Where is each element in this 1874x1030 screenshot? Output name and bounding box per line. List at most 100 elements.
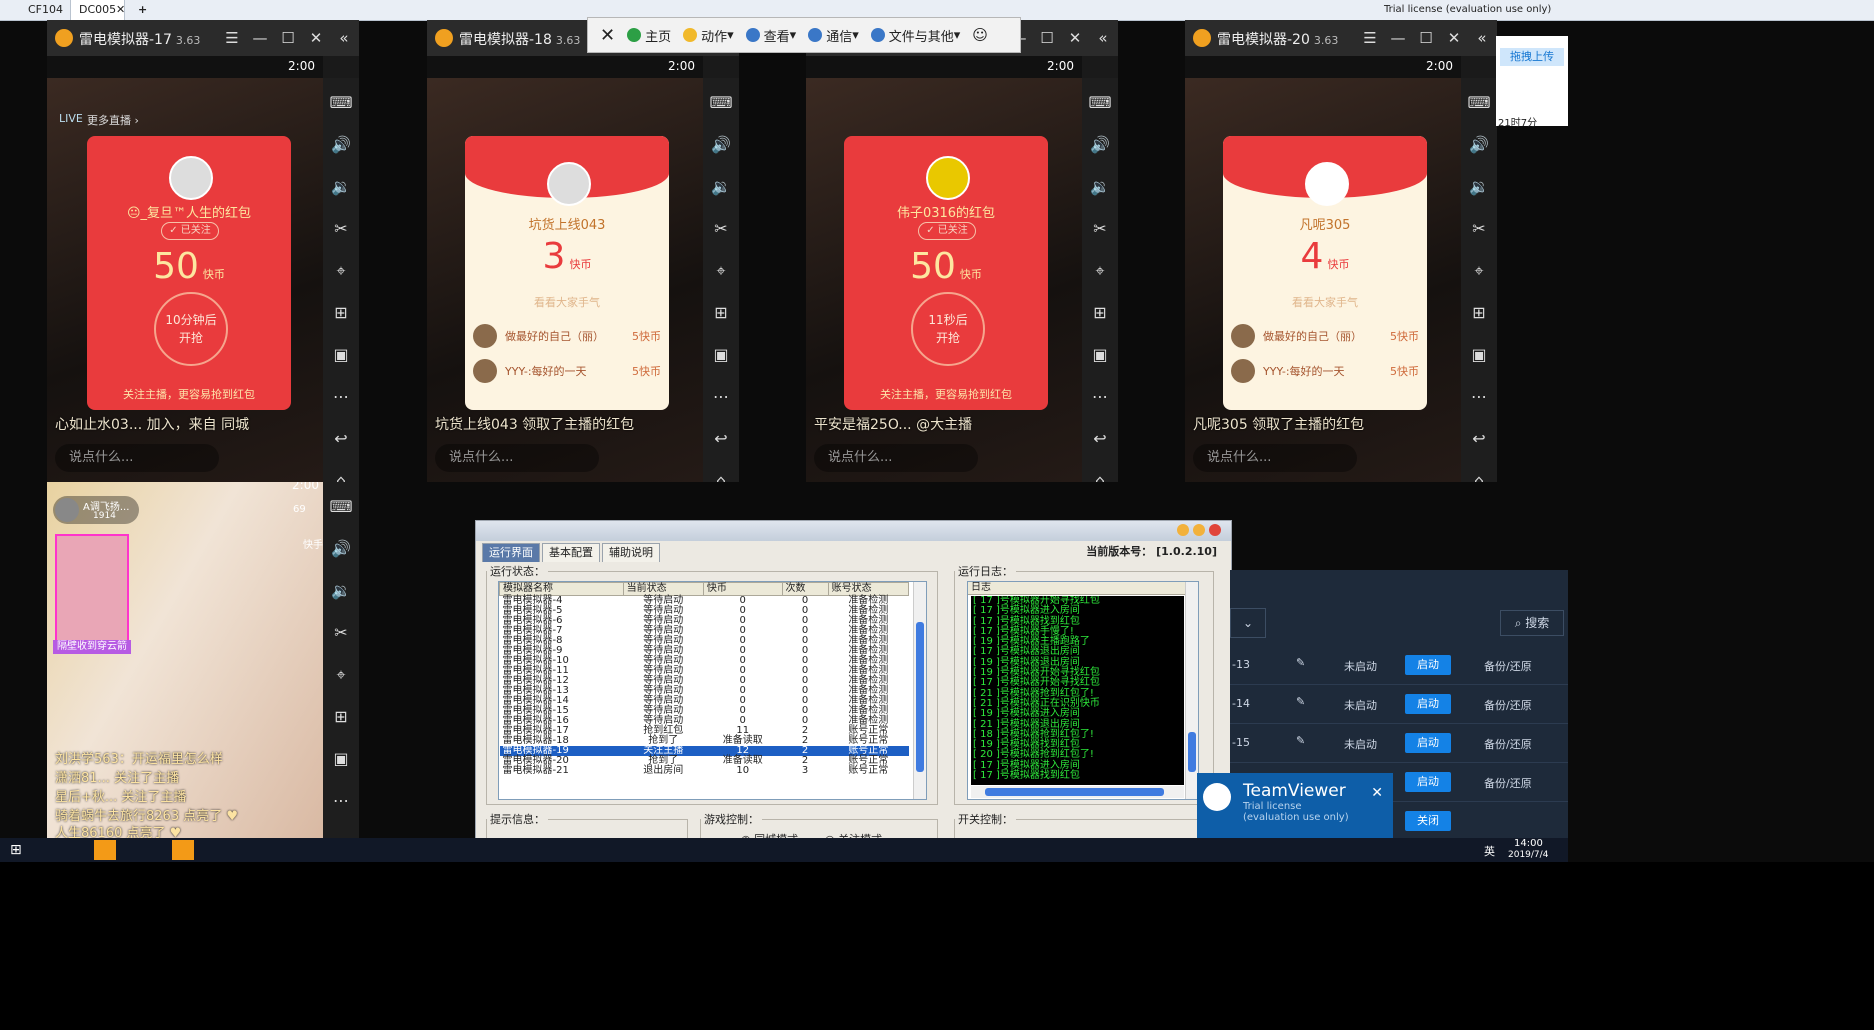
column-header[interactable]: 当前状态 [622, 582, 704, 596]
volume-down-icon[interactable]: 🔉 [329, 576, 353, 606]
windows-start-icon[interactable]: ⊞ [10, 842, 22, 858]
dropdown-icon[interactable]: ⌄ [1230, 608, 1266, 638]
search-button[interactable]: ⌕ 搜索 [1500, 610, 1564, 636]
backup-link[interactable]: 备份/还原 [1484, 658, 1532, 674]
tab-run[interactable]: 运行界面 [482, 543, 540, 562]
start-button[interactable]: 启动 [1405, 655, 1451, 675]
add-icon[interactable]: ⊞ [1088, 298, 1112, 328]
comment-input[interactable]: 说点什么... [1193, 444, 1357, 472]
app-taskbar-icon[interactable] [94, 840, 116, 860]
location-icon[interactable]: ⌖ [329, 660, 353, 690]
add-icon[interactable]: ⊞ [329, 702, 353, 732]
close-icon[interactable] [1209, 524, 1221, 536]
back-icon[interactable]: ↩ [709, 424, 733, 454]
volume-up-icon[interactable]: 🔊 [1467, 130, 1491, 160]
add-icon[interactable]: ⊞ [329, 298, 353, 328]
volume-down-icon[interactable]: 🔉 [1467, 172, 1491, 202]
close-icon[interactable]: ✕ [1371, 785, 1383, 801]
luck-link[interactable]: 看看大家手气 [1223, 294, 1427, 310]
more-icon[interactable]: ⋯ [329, 786, 353, 816]
table-row[interactable]: 雷电模拟器-21 退出房间 10 3 账号正常 [500, 766, 909, 776]
back-icon[interactable]: ↩ [329, 424, 353, 454]
scrollbar[interactable] [913, 582, 926, 799]
collapse-icon[interactable]: « [1094, 26, 1112, 50]
backup-link[interactable]: 备份/还原 [1484, 775, 1532, 791]
toolbar-communicate[interactable]: 通信 ▾ [808, 26, 859, 45]
countdown-circle[interactable]: 11秒后 开抢 [911, 292, 985, 366]
more-icon[interactable]: ⋯ [1467, 382, 1491, 412]
column-header[interactable]: 模拟器名称 [499, 582, 624, 596]
scissors-icon[interactable]: ✂ [329, 618, 353, 648]
ime-indicator[interactable]: 英 [1484, 843, 1495, 859]
keyboard-icon[interactable]: ⌨ [329, 88, 353, 118]
minimize-icon[interactable] [1177, 524, 1189, 536]
comment-input[interactable]: 说点什么... [55, 444, 219, 472]
keyboard-icon[interactable]: ⌨ [329, 492, 353, 522]
column-header[interactable]: 快币 [702, 582, 783, 596]
back-icon[interactable]: ↩ [1088, 424, 1112, 454]
more-icon[interactable]: ⋯ [709, 382, 733, 412]
collapse-icon[interactable]: « [1473, 26, 1491, 50]
close-button[interactable]: 关闭 [1405, 811, 1451, 831]
apk-icon[interactable]: ▣ [329, 744, 353, 774]
column-header[interactable]: 次数 [781, 582, 829, 596]
remote-tab-cf104[interactable]: CF104 [20, 0, 71, 20]
home-icon[interactable]: ⌂ [1467, 466, 1491, 482]
location-icon[interactable]: ⌖ [1467, 256, 1491, 286]
volume-down-icon[interactable]: 🔉 [1088, 172, 1112, 202]
keyboard-icon[interactable]: ⌨ [1467, 88, 1491, 118]
home-icon[interactable]: ⌂ [709, 466, 733, 482]
volume-up-icon[interactable]: 🔊 [709, 130, 733, 160]
backup-link[interactable]: 备份/还原 [1484, 697, 1532, 713]
add-icon[interactable]: ⊞ [709, 298, 733, 328]
volume-down-icon[interactable]: 🔉 [329, 172, 353, 202]
start-button[interactable]: 启动 [1405, 694, 1451, 714]
apk-icon[interactable]: ▣ [1467, 340, 1491, 370]
start-button[interactable]: 启动 [1405, 733, 1451, 753]
location-icon[interactable]: ⌖ [709, 256, 733, 286]
backup-link[interactable]: 备份/还原 [1484, 736, 1532, 752]
more-icon[interactable]: ⋯ [1088, 382, 1112, 412]
apk-icon[interactable]: ▣ [329, 340, 353, 370]
home-icon[interactable]: ⌂ [1088, 466, 1112, 482]
more-live-link[interactable]: 更多直播 › [87, 112, 139, 128]
keyboard-icon[interactable]: ⌨ [709, 88, 733, 118]
volume-up-icon[interactable]: 🔊 [329, 130, 353, 160]
edit-icon[interactable]: ✎ [1296, 734, 1305, 747]
edit-icon[interactable]: ✎ [1296, 656, 1305, 669]
status-table[interactable]: 模拟器名称 当前状态 快币 次数 账号状态 雷电模拟器-4 等待启动 0 0 准备检测 雷电模拟器… [498, 581, 927, 800]
back-icon[interactable]: ↩ [1467, 424, 1491, 454]
countdown-circle[interactable]: 10分钟后 开抢 [154, 292, 228, 366]
scissors-icon[interactable]: ✂ [709, 214, 733, 244]
menu-icon[interactable]: ☰ [223, 26, 241, 50]
column-header[interactable]: 账号状态 [827, 582, 910, 596]
keyboard-icon[interactable]: ⌨ [1088, 88, 1112, 118]
volume-down-icon[interactable]: 🔉 [709, 172, 733, 202]
tab-config[interactable]: 基本配置 [542, 543, 600, 562]
close-toolbar-icon[interactable]: ✕ [600, 25, 615, 46]
toolbar-actions[interactable]: 动作 ▾ [683, 26, 734, 45]
add-icon[interactable]: ⊞ [1467, 298, 1491, 328]
home-icon[interactable]: ⌂ [329, 466, 353, 482]
apk-icon[interactable]: ▣ [709, 340, 733, 370]
start-button[interactable]: 启动 [1405, 772, 1451, 792]
drag-upload-button[interactable]: 拖拽上传 [1500, 48, 1564, 66]
host-badge[interactable]: A调飞扬... 1914 [53, 496, 139, 524]
scissors-icon[interactable]: ✂ [329, 214, 353, 244]
close-icon[interactable]: ✕ [307, 26, 325, 50]
volume-up-icon[interactable]: 🔊 [1088, 130, 1112, 160]
maximize-icon[interactable]: ☐ [1417, 26, 1435, 50]
volume-up-icon[interactable]: 🔊 [329, 534, 353, 564]
menu-icon[interactable]: ☰ [1361, 26, 1379, 50]
location-icon[interactable]: ⌖ [329, 256, 353, 286]
toolbar-home[interactable]: 主页 [627, 26, 671, 45]
minimize-icon[interactable]: — [251, 26, 269, 50]
close-icon[interactable]: ✕ [1445, 26, 1463, 50]
scissors-icon[interactable]: ✂ [1088, 214, 1112, 244]
add-tab-icon[interactable]: + [130, 0, 155, 20]
luck-link[interactable]: 看看大家手气 [465, 294, 669, 310]
comment-input[interactable]: 说点什么... [814, 444, 978, 472]
more-icon[interactable]: ⋯ [329, 382, 353, 412]
comment-input[interactable]: 说点什么... [435, 444, 599, 472]
scrollbar[interactable] [1185, 582, 1198, 799]
